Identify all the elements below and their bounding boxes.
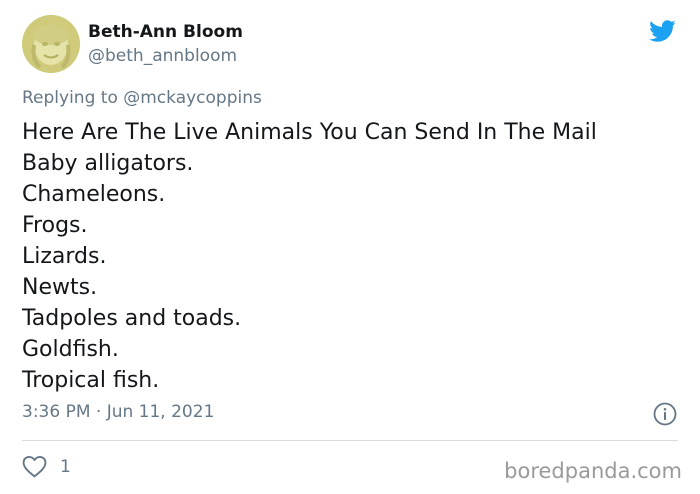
tweet-text-line: Chameleons.: [22, 182, 166, 207]
tweet-text-line: Tadpoles and toads.: [22, 306, 242, 331]
tweet-text-line: Baby alligators.: [22, 151, 194, 176]
avatar-image: [22, 15, 80, 73]
reply-prefix: Replying to: [22, 88, 118, 108]
tweet-text-line: Newts.: [22, 275, 98, 300]
author-handle[interactable]: @beth_annbloom: [88, 45, 237, 67]
reply-context: Replying to @mckaycoppins: [22, 86, 262, 110]
divider: [22, 440, 678, 441]
tweet-text-line: Tropical fish.: [22, 368, 160, 393]
author-name[interactable]: Beth-Ann Bloom: [88, 21, 243, 43]
watermark: boredpanda.com: [504, 459, 682, 483]
tweet-text-line: Goldfish.: [22, 337, 119, 362]
twitter-bird-icon[interactable]: [646, 17, 678, 45]
info-icon[interactable]: [653, 402, 677, 426]
tweet-text-line: Lizards.: [22, 244, 107, 269]
tweet-card: Beth-Ann Bloom @beth_annbloom Replying t…: [0, 0, 700, 494]
tweet-timestamp[interactable]: 3:36 PM · Jun 11, 2021: [22, 400, 214, 424]
reply-mention-link[interactable]: @mckaycoppins: [123, 88, 262, 108]
heart-icon[interactable]: [22, 455, 47, 478]
tweet-text-line: Here Are The Live Animals You Can Send I…: [22, 120, 597, 145]
avatar[interactable]: [22, 15, 80, 73]
tweet-text: Here Are The Live Animals You Can Send I…: [22, 117, 597, 396]
tweet-text-line: Frogs.: [22, 213, 88, 238]
like-count: 1: [60, 457, 71, 477]
